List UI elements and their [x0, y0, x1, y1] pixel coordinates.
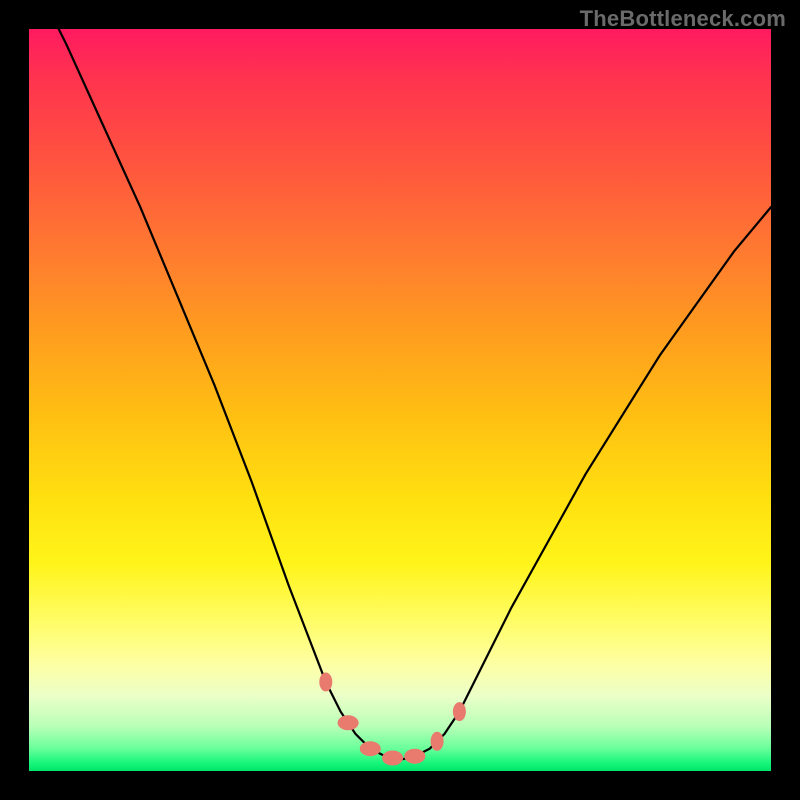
chart-frame: TheBottleneck.com: [0, 0, 800, 800]
highlight-marker: [431, 732, 443, 750]
highlight-marker: [383, 751, 403, 765]
highlight-marker: [320, 673, 332, 691]
plot-area: [29, 29, 771, 771]
curve-svg: [29, 29, 771, 771]
highlight-marker: [453, 703, 465, 721]
bottleneck-curve-line: [29, 29, 771, 760]
highlight-markers: [320, 673, 466, 765]
highlight-marker: [338, 716, 358, 730]
highlight-marker: [405, 749, 425, 763]
highlight-marker: [360, 742, 380, 756]
